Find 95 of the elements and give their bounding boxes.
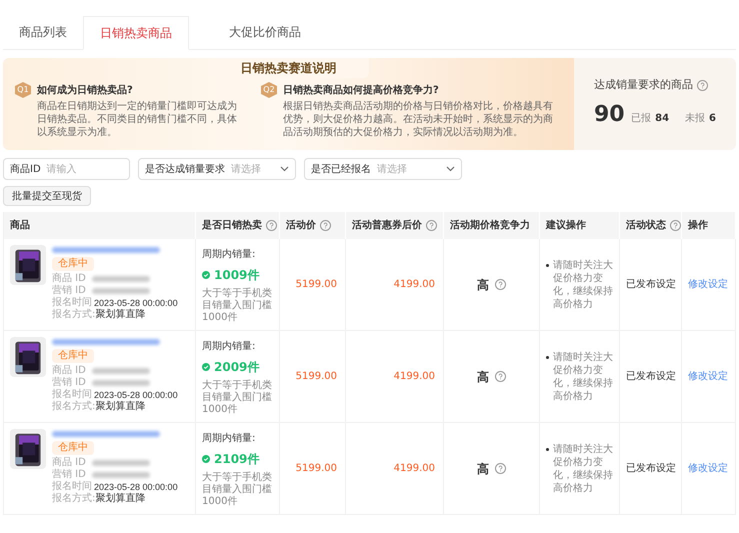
batch-submit-button[interactable]: 批量提交至现货	[3, 186, 91, 206]
chevron-icon	[280, 166, 289, 172]
id-label: 营销 ID	[52, 285, 87, 296]
method-label: 报名方式:	[52, 493, 96, 505]
activity-price: 5199.00	[296, 278, 337, 292]
status-text: 已发布设定	[626, 462, 676, 476]
help-icon	[426, 220, 437, 231]
tab[interactable]: 日销热卖商品	[83, 16, 189, 50]
coupon-price: 4199.00	[394, 278, 435, 292]
blurred-id	[92, 472, 150, 478]
blurred-id	[92, 288, 150, 294]
suggestion-text: 请随时关注大促价格力变化，继续保持高价格力	[553, 350, 613, 402]
period-label: 周期内销量:	[202, 340, 256, 354]
check-circle-icon	[202, 363, 210, 371]
period-label: 周期内销量:	[202, 248, 256, 262]
signed-count: 84	[655, 112, 670, 126]
column-header: 商品	[10, 218, 30, 233]
activity-price: 5199.00	[296, 370, 337, 384]
check-circle-icon	[202, 271, 210, 279]
stat-label: 达成销量要求的商品	[594, 77, 693, 94]
help-icon	[266, 220, 277, 231]
threshold-text: 大于等于手机类目销量入围门槛1000件	[202, 288, 273, 324]
column-header: 活动期价格竞争力	[450, 218, 530, 233]
time-value: 2023-05-28 00:00:00	[94, 481, 178, 492]
bullet-icon	[546, 448, 549, 450]
blurred-id	[92, 380, 150, 386]
coupon-price: 4199.00	[394, 462, 435, 476]
help-icon	[495, 463, 506, 474]
stat-value: 90	[594, 100, 626, 129]
competitiveness-value: 高	[477, 276, 489, 294]
tab[interactable]: 大促比价商品	[213, 15, 317, 49]
id-label: 商品 ID	[52, 457, 87, 468]
sales-value: 2009件	[214, 359, 260, 376]
column-header: 是否日销热卖	[202, 218, 262, 233]
time-label: 报名时间	[52, 297, 93, 308]
tab[interactable]: 商品列表	[3, 15, 83, 49]
id-label: 商品 ID	[52, 365, 87, 376]
question-text: 商品在日销期达到一定的销量门槛即可达成为日销热卖品。不同类目的销售门槛不同，具体以系统显示为准。	[36, 100, 238, 139]
help-icon	[670, 220, 681, 231]
bullet-icon	[546, 356, 549, 358]
question-badge: Q2	[261, 82, 277, 98]
time-value: 2023-05-28 00:00:00	[94, 389, 178, 400]
time-value: 2023-05-28 00:00:00	[94, 297, 178, 308]
help-icon	[697, 80, 708, 91]
question-badge: Q1	[15, 82, 31, 98]
unsigned-label: 未报	[685, 112, 706, 126]
threshold-text: 大于等于手机类目销量入围门槛1000件	[202, 472, 273, 508]
check-circle-icon	[202, 455, 210, 463]
column-header: 活动价	[286, 218, 316, 233]
time-label: 报名时间	[52, 481, 93, 492]
method-value: 聚划算直降	[95, 401, 146, 413]
coupon-price: 4199.00	[394, 370, 435, 384]
sales-value: 1009件	[214, 267, 260, 284]
method-label: 报名方式:	[52, 309, 96, 321]
help-icon	[320, 220, 331, 231]
stock-tag: 仓库中	[52, 257, 94, 271]
column-header: 操作	[688, 218, 708, 233]
id-label: 营销 ID	[52, 377, 87, 388]
competitiveness-value: 高	[477, 460, 489, 478]
competitiveness-value: 高	[477, 368, 489, 386]
status-text: 已发布设定	[626, 370, 676, 384]
status-text: 已发布设定	[626, 278, 676, 292]
column-header: 活动状态	[626, 218, 666, 233]
chevron-icon	[446, 166, 455, 172]
activity-price: 5199.00	[296, 462, 337, 476]
blurred-id	[92, 276, 150, 282]
help-icon	[495, 279, 506, 290]
method-label: 报名方式:	[52, 401, 96, 413]
select-field[interactable]: 是否已经报名 请选择	[304, 158, 462, 180]
blurred-id	[92, 460, 150, 466]
search-field[interactable]: 商品ID 请输入	[3, 158, 130, 180]
help-icon	[495, 371, 506, 382]
threshold-text: 大于等于手机类目销量入围门槛1000件	[202, 380, 273, 416]
stock-tag: 仓库中	[52, 441, 94, 455]
method-value: 聚划算直降	[95, 309, 146, 321]
column-header: 活动普惠券后价	[352, 218, 422, 233]
banner-title: 日销热卖赛道说明	[240, 60, 336, 77]
suggestion-text: 请随时关注大促价格力变化，继续保持高价格力	[553, 258, 613, 310]
bullet-icon	[546, 264, 549, 266]
time-label: 报名时间	[52, 389, 93, 400]
question-title: 日销热卖商品如何提高价格竞争力?	[283, 83, 439, 98]
method-value: 聚划算直降	[95, 493, 146, 505]
id-label: 营销 ID	[52, 469, 87, 480]
stock-tag: 仓库中	[52, 349, 94, 363]
sales-value: 2109件	[214, 451, 260, 468]
question-title: 如何成为日销热卖品?	[37, 84, 133, 98]
blurred-id	[92, 368, 150, 374]
column-header: 建议操作	[546, 218, 586, 233]
select-field[interactable]: 是否达成销量要求 请选择	[138, 158, 296, 180]
signed-label: 已报	[631, 112, 652, 126]
suggestion-text: 请随时关注大促价格力变化，继续保持高价格力	[553, 442, 613, 494]
unsigned-count: 6	[709, 112, 716, 126]
period-label: 周期内销量:	[202, 432, 256, 446]
id-label: 商品 ID	[52, 273, 87, 284]
question-text: 根据日销热卖商品活动期的价格与日销价格对比，价格越具有优势，则大促价格力越高。在活动未开始时，系统显示的为商品活动期预估的大促价格力，实际情况以活动期为准。	[282, 100, 554, 139]
